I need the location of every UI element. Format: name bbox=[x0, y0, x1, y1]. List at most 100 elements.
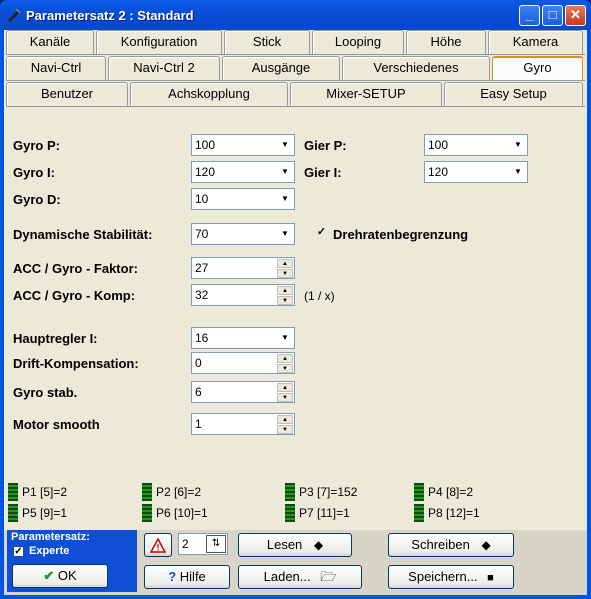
acc-komp-unit: (1 / x) bbox=[304, 289, 335, 303]
tab-easy-setup[interactable]: Easy Setup bbox=[444, 82, 583, 106]
experte-label: Experte bbox=[29, 545, 70, 557]
tab-navi-ctrl[interactable]: Navi-Ctrl bbox=[6, 56, 106, 80]
motor-smooth-label: Motor smooth bbox=[13, 417, 100, 432]
tab-kamera[interactable]: Kamera bbox=[488, 30, 583, 54]
tab-divider bbox=[6, 80, 585, 81]
tab-verschiedenes[interactable]: Verschiedenes bbox=[342, 56, 490, 80]
spin-down-icon[interactable]: ▼ bbox=[277, 269, 293, 278]
up-down-arrows-icon[interactable]: ⇅ bbox=[206, 535, 226, 553]
tab-row-1: Kanäle Konfiguration Stick Looping Höhe … bbox=[6, 30, 585, 54]
tab-stick[interactable]: Stick bbox=[224, 30, 310, 54]
warning-button[interactable]: ! bbox=[144, 533, 172, 557]
motor-smooth-value: 1 bbox=[195, 417, 202, 431]
spin-up-icon[interactable]: ▲ bbox=[277, 259, 293, 268]
drehraten-checkbox[interactable]: ✓ bbox=[315, 227, 328, 240]
tab-gyro[interactable]: Gyro bbox=[492, 56, 583, 80]
acc-faktor-value: 27 bbox=[195, 261, 209, 275]
acc-komp-value: 32 bbox=[195, 288, 209, 302]
speichern-button[interactable]: Speichern... ■ bbox=[388, 565, 514, 589]
gyro-d-label: Gyro D: bbox=[13, 192, 61, 207]
spin-down-icon[interactable]: ▼ bbox=[277, 364, 293, 373]
tab-divider bbox=[6, 106, 585, 107]
led-icon bbox=[8, 483, 18, 501]
set-number-value: 2 bbox=[182, 537, 189, 551]
acc-komp-label: ACC / Gyro - Komp: bbox=[13, 288, 136, 303]
led-icon bbox=[285, 504, 295, 522]
main-window: Parametersatz 2 : Standard _ □ ✕ Kanäle … bbox=[0, 0, 591, 599]
spin-up-icon[interactable]: ▲ bbox=[277, 354, 293, 363]
experte-checkbox[interactable]: ✓ bbox=[13, 546, 24, 557]
gyro-i-select[interactable]: 120 ▼ bbox=[191, 161, 295, 183]
spin-up-icon[interactable]: ▲ bbox=[277, 286, 293, 295]
tab-row-2: Navi-Ctrl Navi-Ctrl 2 Ausgänge Verschied… bbox=[6, 56, 585, 80]
close-button[interactable]: ✕ bbox=[565, 5, 586, 26]
client-area: Kanäle Konfiguration Stick Looping Höhe … bbox=[4, 30, 587, 595]
tab-konfiguration[interactable]: Konfiguration bbox=[96, 30, 222, 54]
gyro-p-select[interactable]: 100 ▼ bbox=[191, 134, 295, 156]
tab-navi-ctrl-2[interactable]: Navi-Ctrl 2 bbox=[108, 56, 220, 80]
drift-spinner[interactable]: 0 ▲ ▼ bbox=[191, 352, 295, 374]
hauptregler-select[interactable]: 16 ▼ bbox=[191, 327, 295, 349]
dyn-stab-value: 70 bbox=[195, 227, 209, 241]
acc-faktor-spinner[interactable]: 27 ▲ ▼ bbox=[191, 257, 295, 279]
spin-down-icon[interactable]: ▼ bbox=[277, 425, 293, 434]
gyro-d-value: 10 bbox=[195, 192, 209, 206]
motor-smooth-spinner[interactable]: 1 ▲ ▼ bbox=[191, 413, 295, 435]
led-icon bbox=[414, 483, 424, 501]
tab-hoehe[interactable]: Höhe bbox=[406, 30, 486, 54]
led-icon bbox=[142, 504, 152, 522]
dyn-stab-label: Dynamische Stabilität: bbox=[13, 227, 153, 242]
gyro-i-value: 120 bbox=[195, 165, 216, 179]
chevron-down-icon[interactable]: ▼ bbox=[277, 225, 293, 243]
hilfe-button[interactable]: ? Hilfe bbox=[144, 565, 230, 589]
spin-up-icon[interactable]: ▲ bbox=[277, 415, 293, 424]
acc-komp-spinner[interactable]: 32 ▲ ▼ bbox=[191, 284, 295, 306]
gier-p-select[interactable]: 100 ▼ bbox=[424, 134, 528, 156]
window-title: Parametersatz 2 : Standard bbox=[26, 8, 194, 23]
gyro-stab-label: Gyro stab. bbox=[13, 385, 78, 400]
parametersatz-box: Parametersatz: ✓ Experte ✔ OK bbox=[7, 530, 137, 592]
chevron-down-icon[interactable]: ▼ bbox=[277, 329, 293, 347]
led-icon bbox=[414, 504, 424, 522]
status-panel: P1 [5]=2 P2 [6]=2 P3 [7]=152 P4 [8]=2 P5… bbox=[6, 482, 585, 526]
tab-kanaele[interactable]: Kanäle bbox=[6, 30, 94, 54]
minimize-button[interactable]: _ bbox=[519, 5, 540, 26]
gyro-stab-spinner[interactable]: 6 ▲ ▼ bbox=[191, 381, 295, 403]
folder-open-icon: 🗁 bbox=[320, 569, 337, 584]
floppy-disk-icon: ■ bbox=[487, 572, 494, 584]
ok-button[interactable]: ✔ OK bbox=[12, 564, 108, 588]
spin-down-icon[interactable]: ▼ bbox=[277, 393, 293, 402]
tab-achskopplung[interactable]: Achskopplung bbox=[130, 82, 288, 106]
title-bar[interactable]: Parametersatz 2 : Standard _ □ ✕ bbox=[0, 0, 591, 30]
schreiben-button[interactable]: Schreiben ◆ bbox=[388, 533, 514, 557]
bottom-bar: Parametersatz: ✓ Experte ✔ OK ! 2 ⇅ Lese… bbox=[4, 530, 587, 595]
laden-button[interactable]: Laden... 🗁 bbox=[238, 565, 362, 589]
warning-icon: ! bbox=[149, 537, 167, 553]
maximize-icon: □ bbox=[548, 7, 557, 22]
chevron-down-icon[interactable]: ▼ bbox=[277, 190, 293, 208]
gyro-p-label: Gyro P: bbox=[13, 138, 60, 153]
tab-mixer-setup[interactable]: Mixer-SETUP bbox=[290, 82, 442, 106]
parametersatz-label: Parametersatz: bbox=[11, 531, 90, 543]
tab-benutzer[interactable]: Benutzer bbox=[6, 82, 128, 106]
spin-up-icon[interactable]: ▲ bbox=[277, 383, 293, 392]
chevron-down-icon[interactable]: ▼ bbox=[277, 136, 293, 154]
tab-looping[interactable]: Looping bbox=[312, 30, 404, 54]
gier-i-select[interactable]: 120 ▼ bbox=[424, 161, 528, 183]
maximize-button[interactable]: □ bbox=[542, 5, 563, 26]
lesen-button[interactable]: Lesen ◆ bbox=[238, 533, 352, 557]
led-icon bbox=[142, 483, 152, 501]
led-icon bbox=[285, 483, 295, 501]
spin-down-icon[interactable]: ▼ bbox=[277, 296, 293, 305]
drift-value: 0 bbox=[195, 356, 202, 370]
set-number-spinner[interactable]: 2 ⇅ bbox=[178, 533, 228, 555]
dyn-stab-select[interactable]: 70 ▼ bbox=[191, 223, 295, 245]
tab-ausgaenge[interactable]: Ausgänge bbox=[222, 56, 340, 80]
gyro-d-select[interactable]: 10 ▼ bbox=[191, 188, 295, 210]
chevron-down-icon[interactable]: ▼ bbox=[277, 163, 293, 181]
chevron-down-icon[interactable]: ▼ bbox=[510, 163, 526, 181]
hauptregler-label: Hauptregler I: bbox=[13, 331, 98, 346]
chevron-down-icon[interactable]: ▼ bbox=[510, 136, 526, 154]
drift-label: Drift-Kompensation: bbox=[13, 356, 139, 371]
svg-text:!: ! bbox=[157, 543, 160, 553]
